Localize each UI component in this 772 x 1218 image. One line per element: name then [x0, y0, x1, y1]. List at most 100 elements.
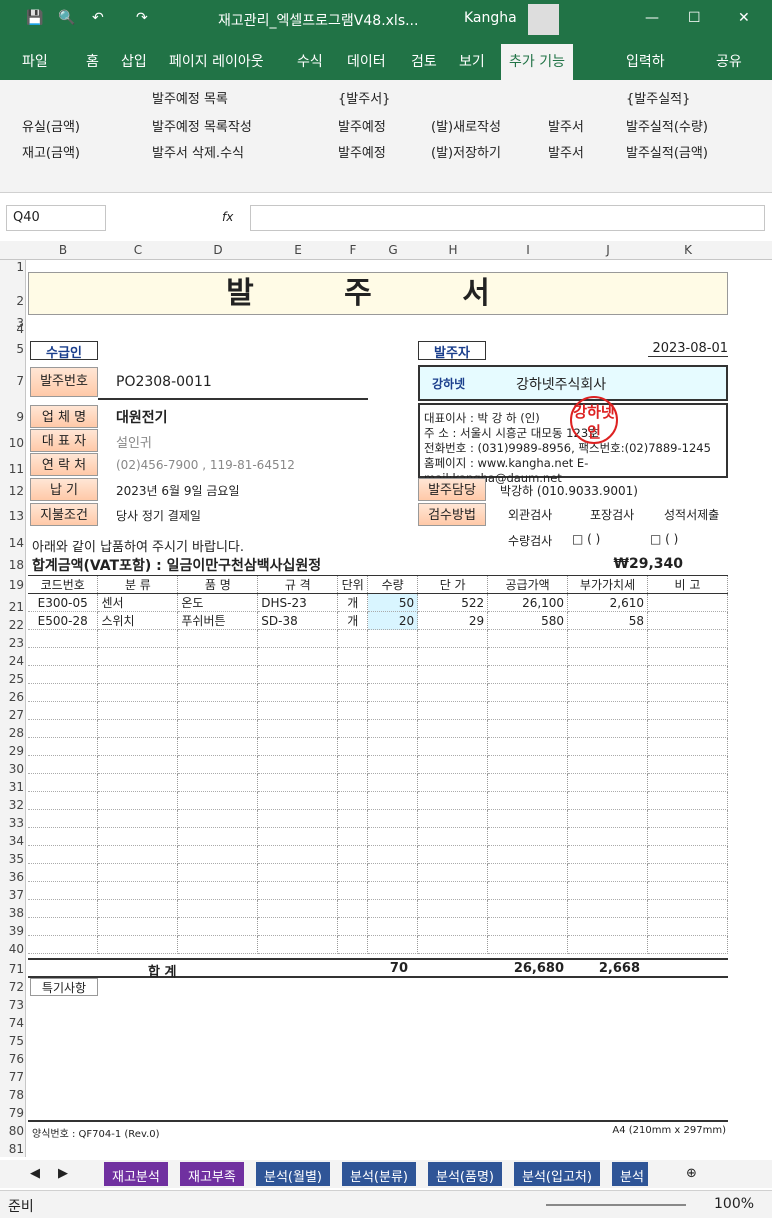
table-cell[interactable]: [647, 899, 728, 918]
col-header[interactable]: B: [28, 243, 98, 257]
table-cell[interactable]: [28, 719, 99, 738]
table-cell[interactable]: [257, 701, 339, 720]
table-cell[interactable]: [337, 719, 369, 738]
table-cell[interactable]: [487, 935, 569, 954]
minimize-icon[interactable]: —: [645, 10, 659, 26]
table-cell[interactable]: [567, 701, 648, 720]
fx-icon[interactable]: fx: [222, 210, 233, 224]
add-sheet-icon[interactable]: ⊕: [678, 1162, 705, 1186]
table-cell[interactable]: [567, 629, 648, 648]
row-header[interactable]: 28: [0, 726, 24, 740]
table-cell[interactable]: [28, 899, 99, 918]
table-cell[interactable]: [337, 737, 369, 756]
table-cell[interactable]: [337, 647, 369, 666]
table-cell[interactable]: [177, 827, 259, 846]
table-cell[interactable]: [567, 809, 648, 828]
table-cell[interactable]: [487, 755, 569, 774]
table-cell[interactable]: [97, 737, 179, 756]
tab-formulas[interactable]: 수식: [297, 51, 323, 71]
table-cell[interactable]: [647, 863, 728, 882]
table-cell[interactable]: 50: [367, 593, 419, 612]
close-icon[interactable]: ✕: [738, 10, 750, 26]
row-header[interactable]: 23: [0, 636, 24, 650]
row-header[interactable]: 38: [0, 906, 24, 920]
table-cell[interactable]: [487, 845, 569, 864]
table-cell[interactable]: [177, 917, 259, 936]
table-cell[interactable]: [257, 737, 339, 756]
row-header[interactable]: 14: [0, 536, 24, 550]
table-cell[interactable]: [567, 773, 648, 792]
row-header[interactable]: 73: [0, 998, 24, 1012]
col-header[interactable]: I: [488, 243, 568, 257]
table-cell[interactable]: [28, 935, 99, 954]
row-header[interactable]: 2: [0, 294, 24, 308]
table-cell[interactable]: [647, 665, 728, 684]
table-cell[interactable]: [367, 845, 419, 864]
table-cell[interactable]: [337, 665, 369, 684]
table-cell[interactable]: [417, 701, 489, 720]
table-cell[interactable]: [417, 629, 489, 648]
col-header[interactable]: K: [648, 243, 728, 257]
table-cell[interactable]: [647, 737, 728, 756]
save-icon[interactable]: 💾: [26, 10, 43, 26]
table-cell[interactable]: DHS-23: [257, 593, 339, 612]
row-header[interactable]: 34: [0, 834, 24, 848]
table-cell[interactable]: [417, 935, 489, 954]
table-cell[interactable]: [257, 683, 339, 702]
table-cell[interactable]: [367, 719, 419, 738]
table-cell[interactable]: [337, 935, 369, 954]
table-cell[interactable]: 522: [417, 593, 489, 612]
table-cell[interactable]: E300-05: [28, 593, 99, 612]
tell-me-input[interactable]: 입력하: [626, 51, 665, 71]
table-cell[interactable]: [487, 917, 569, 936]
table-cell[interactable]: [487, 665, 569, 684]
table-cell[interactable]: [647, 935, 728, 954]
table-cell[interactable]: [417, 665, 489, 684]
table-cell[interactable]: [28, 773, 99, 792]
table-cell[interactable]: [417, 827, 489, 846]
tab-layout[interactable]: 페이지 레이아웃: [169, 51, 264, 71]
table-cell[interactable]: [257, 809, 339, 828]
row-header[interactable]: 74: [0, 1016, 24, 1030]
row-header[interactable]: 30: [0, 762, 24, 776]
table-cell[interactable]: [567, 647, 648, 666]
btn-plan-list[interactable]: 발주예정 목록: [152, 88, 228, 107]
table-cell[interactable]: [177, 683, 259, 702]
row-header[interactable]: 13: [0, 509, 24, 523]
tab-addins[interactable]: 추가 기능: [501, 44, 573, 80]
table-cell[interactable]: [177, 935, 259, 954]
table-cell[interactable]: [337, 701, 369, 720]
table-cell[interactable]: 센서: [97, 593, 179, 612]
table-cell[interactable]: [487, 863, 569, 882]
table-cell[interactable]: [567, 665, 648, 684]
table-cell[interactable]: [337, 845, 369, 864]
table-cell[interactable]: [177, 773, 259, 792]
btn-plan-down[interactable]: 발주예정: [338, 142, 386, 161]
col-header[interactable]: H: [418, 243, 488, 257]
table-cell[interactable]: [177, 899, 259, 918]
table-cell[interactable]: [177, 809, 259, 828]
tab-home[interactable]: 홈: [86, 51, 99, 71]
table-cell[interactable]: [567, 683, 648, 702]
table-cell[interactable]: [28, 647, 99, 666]
table-cell[interactable]: [257, 863, 339, 882]
table-cell[interactable]: [367, 935, 419, 954]
row-header[interactable]: 27: [0, 708, 24, 722]
table-cell[interactable]: 58: [567, 611, 648, 630]
table-cell[interactable]: [567, 791, 648, 810]
tab-file[interactable]: 파일: [22, 51, 48, 71]
table-cell[interactable]: [647, 719, 728, 738]
btn-order-up[interactable]: 발주서: [548, 116, 584, 135]
table-cell[interactable]: [567, 755, 648, 774]
sheet-tab[interactable]: 분석(월별): [256, 1162, 330, 1186]
table-cell[interactable]: [177, 701, 259, 720]
table-cell[interactable]: [417, 737, 489, 756]
table-cell[interactable]: [28, 809, 99, 828]
table-cell[interactable]: [257, 629, 339, 648]
table-cell[interactable]: [97, 809, 179, 828]
table-cell[interactable]: [487, 773, 569, 792]
check-report[interactable]: 성적서제출: [664, 506, 719, 523]
table-cell[interactable]: [647, 827, 728, 846]
table-cell[interactable]: [97, 683, 179, 702]
table-cell[interactable]: [417, 917, 489, 936]
